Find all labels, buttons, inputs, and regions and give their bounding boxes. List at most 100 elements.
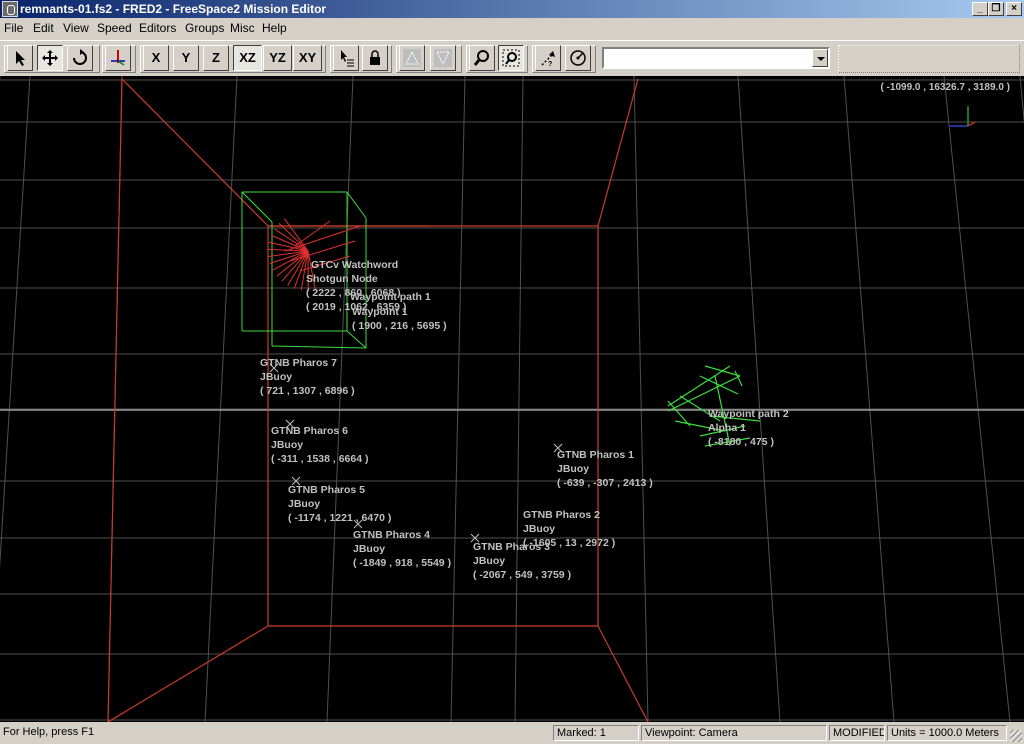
move-mode-button[interactable]: [37, 45, 63, 71]
label-pharos-5[interactable]: GTNB Pharos 5 JBuoy ( -1174 , 1221 , 6470 …: [288, 483, 391, 525]
svg-text:?: ?: [548, 61, 552, 67]
green-ship-wireframe-line: [667, 375, 741, 412]
object-label-line: JBuoy: [260, 371, 293, 383]
object-label-line: Shotgun Node: [306, 273, 378, 285]
zoom-extents-button[interactable]: [498, 45, 524, 71]
grid-line: [326, 76, 354, 722]
arrow-pointer-icon: [16, 51, 25, 66]
object-combo-box[interactable]: [602, 47, 830, 69]
compass-button[interactable]: [565, 45, 591, 71]
grid-line: [737, 76, 781, 722]
menu-misc[interactable]: Misc: [230, 21, 255, 35]
grid-line: [204, 76, 238, 722]
object-label-line: ( -1174 , 1221 , 6470 ): [288, 512, 392, 524]
origin-button[interactable]: [105, 45, 131, 71]
zoom-selected-button[interactable]: [469, 45, 495, 71]
red-bounding-box-edge: [107, 625, 269, 722]
red-bounding-box-edge: [597, 625, 649, 722]
scene-canvas[interactable]: [0, 76, 1024, 722]
object-label-line: JBuoy: [271, 439, 304, 451]
label-pharos-2[interactable]: GTNB Pharos 2 JBuoy ( -1605 , 13 , 2972 ): [523, 508, 615, 550]
object-label-line: ( -8180 , 475 ): [708, 436, 774, 448]
object-label-line: ( -311 , 1538 , 6664 ): [271, 453, 369, 465]
object-label-line: JBuoy: [288, 498, 321, 510]
object-label-line: ( -639 , -307 , 2413 ): [557, 477, 653, 489]
selection-box-edge: [271, 345, 367, 349]
object-label-line: GTNB Pharos 6: [271, 425, 349, 437]
double-grid-button[interactable]: [430, 45, 456, 71]
object-label-line: ( 721 , 1307 , 6896 ): [260, 385, 355, 397]
selection-box-edge: [346, 330, 367, 349]
object-label-line: ( 1900 , 216 , 5695 ): [352, 320, 447, 332]
ship-wireframe-line: [284, 225, 361, 252]
label-pharos-7[interactable]: GTNB Pharos 7 JBuoy ( 721 , 1307 , 6896 ): [260, 356, 355, 398]
grid-line: [633, 76, 649, 722]
selection-box-edge: [241, 191, 273, 223]
constrain-z-button[interactable]: Z: [203, 45, 229, 71]
object-label-line: GTNB Pharos 2: [523, 509, 601, 521]
status-units: Units = 1000.0 Meters: [887, 725, 1007, 741]
waypoint-arrow-icon: ?: [541, 51, 555, 67]
grid-line: [943, 76, 1011, 722]
grid-line: [0, 76, 31, 569]
close-button[interactable]: ×: [1006, 2, 1022, 16]
constrain-x-button[interactable]: X: [143, 45, 169, 71]
select-list-icon: [341, 50, 354, 67]
label-waypoint-1[interactable]: Waypoint 1 ( 1900 , 216 , 5695 ): [352, 305, 447, 333]
red-bounding-box-edge: [107, 78, 123, 722]
window-title: remnants-01.fs2 - FRED2 - FreeSpace2 Mis…: [20, 2, 327, 16]
constrain-xy-button[interactable]: XY: [293, 45, 322, 71]
waypoint-mode-button[interactable]: ?: [535, 45, 561, 71]
restore-button[interactable]: ❐: [988, 2, 1004, 16]
show-grid-button[interactable]: [399, 45, 425, 71]
grid-line: [1019, 76, 1024, 125]
green-ship-wireframe-line: [704, 365, 741, 377]
object-label-line: GTNB Pharos 7: [260, 357, 338, 369]
lock-button[interactable]: [362, 45, 388, 71]
red-bounding-box-edge: [121, 78, 269, 227]
label-gtcv-watchword[interactable]: GTCv Watchword: [311, 258, 398, 272]
menu-editors[interactable]: Editors: [139, 21, 176, 35]
label-waypoint-path-2[interactable]: Waypoint path 2: [708, 407, 789, 421]
rotate-icon: [73, 49, 87, 65]
menu-speed[interactable]: Speed: [97, 21, 132, 35]
toolbar-spacer: [838, 45, 1020, 73]
menu-edit[interactable]: Edit: [33, 21, 54, 35]
red-bounding-box-edge: [597, 78, 639, 227]
menu-groups[interactable]: Groups: [185, 21, 224, 35]
label-cluster-right[interactable]: Alpha 1 ( -8180 , 475 ): [708, 421, 774, 449]
menu-bar: File Edit View Speed Editors Groups Misc…: [0, 18, 1024, 38]
move-arrows-icon: [42, 50, 58, 66]
label-pharos-1[interactable]: GTNB Pharos 1 JBuoy ( -639 , -307 , 2413 ): [557, 448, 653, 490]
object-label-line: ( -1849 , 918 , 5549 ): [353, 557, 452, 569]
status-modified: MODIFIED: [829, 725, 885, 741]
lock-icon: [370, 50, 380, 65]
object-label-line: JBuoy: [523, 523, 556, 535]
grid-inverted-icon: [434, 49, 452, 67]
label-pharos-4[interactable]: GTNB Pharos 4 JBuoy ( -1849 , 918 , 5549 ): [353, 528, 451, 570]
resize-grip[interactable]: [1010, 730, 1022, 742]
minimize-button[interactable]: _: [972, 2, 988, 16]
object-label-line: GTNB Pharos 5: [288, 484, 366, 496]
menu-file[interactable]: File: [4, 21, 23, 35]
axis-origin-icon: [111, 50, 125, 66]
axis-gizmo-z: [967, 121, 976, 127]
select-mode-button[interactable]: [7, 45, 33, 71]
select-list-button[interactable]: [333, 45, 359, 71]
status-help: For Help, press F1: [3, 726, 95, 738]
menu-view[interactable]: View: [63, 21, 89, 35]
object-label-line: Waypoint path 2: [708, 408, 789, 420]
object-label-line: ( -1605 , 13 , 2972 ): [523, 537, 616, 549]
rotate-mode-button[interactable]: [67, 45, 93, 71]
label-pharos-6[interactable]: GTNB Pharos 6 JBuoy ( -311 , 1538 , 6664 ): [271, 424, 368, 466]
status-viewpoint: Viewpoint: Camera: [641, 725, 827, 741]
label-overlapping-1[interactable]: Shotgun Node: [306, 272, 378, 286]
constrain-yz-button[interactable]: YZ: [263, 45, 292, 71]
constrain-y-button[interactable]: Y: [173, 45, 199, 71]
chevron-down-icon[interactable]: [812, 49, 828, 67]
menu-help[interactable]: Help: [262, 21, 287, 35]
mission-viewport[interactable]: ( -1099.0 , 16326.7 , 3189.0 ) GTCv Watc…: [0, 76, 1024, 722]
app-icon[interactable]: [2, 1, 18, 17]
constrain-xz-button[interactable]: XZ: [233, 45, 262, 71]
object-label-line: Alpha 1: [708, 422, 746, 434]
